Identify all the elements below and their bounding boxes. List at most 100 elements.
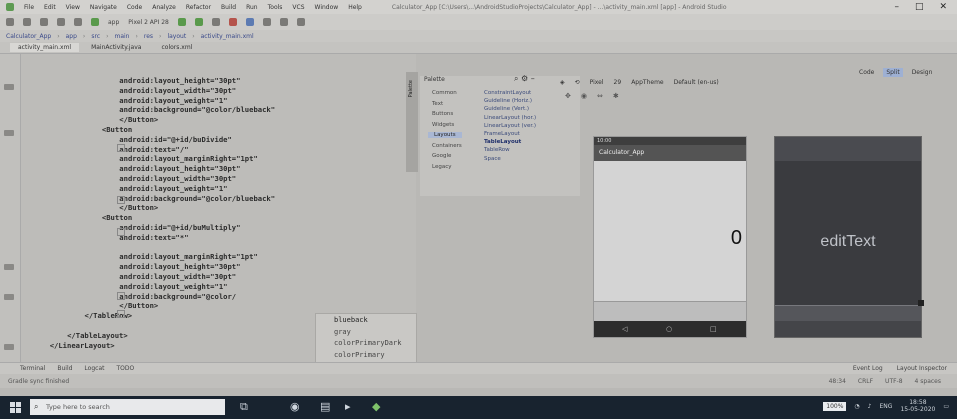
autocomplete-item[interactable]: colorPrimary <box>334 351 385 359</box>
menu-navigate[interactable]: Navigate <box>90 4 117 11</box>
menu-analyze[interactable]: Analyze <box>152 4 176 11</box>
code-line[interactable]: </TableLayout> <box>67 331 128 340</box>
autocomplete-item[interactable]: blueback <box>334 316 368 324</box>
palette-category[interactable]: Legacy <box>432 164 452 170</box>
autocomplete-item[interactable]: colorPrimaryDark <box>334 339 401 347</box>
line-separator[interactable]: CRLF <box>858 378 873 385</box>
build-tab[interactable]: Build <box>57 365 72 372</box>
build-variants-icon[interactable] <box>4 264 14 270</box>
locale-select[interactable]: Default (en-us) <box>674 79 719 86</box>
palette-category[interactable]: Text <box>432 101 443 107</box>
favorites-icon[interactable] <box>4 294 14 300</box>
wifi-icon[interactable]: ◔ <box>854 403 859 410</box>
build-hammer-icon[interactable] <box>91 18 99 26</box>
battery-indicator[interactable]: 100% <box>823 401 847 411</box>
design-preview[interactable]: 10:00 Calculator_App 0 ◁ ○ □ <box>593 136 747 338</box>
debug-icon[interactable] <box>194 18 203 26</box>
pan-icon[interactable]: ✥ <box>565 92 571 100</box>
blueprint-edittext[interactable]: editText <box>775 233 921 251</box>
palette-category[interactable]: Buttons <box>432 111 453 117</box>
palette-item[interactable]: LinearLayout (hor.) <box>484 115 536 121</box>
code-line[interactable]: android:layout_marginRight="1pt" <box>119 252 257 261</box>
code-line[interactable]: android:background="@color/blueback" <box>119 194 275 203</box>
code-line[interactable]: android:text="/" <box>119 145 188 154</box>
media-icon[interactable]: ▸ <box>345 400 351 413</box>
task-view-icon[interactable]: ⧉ <box>240 400 248 414</box>
profile-icon[interactable] <box>211 18 220 26</box>
palette-category[interactable]: Containers <box>432 143 462 149</box>
palette-category[interactable]: Layouts <box>428 132 462 138</box>
resource-manager-icon[interactable] <box>4 130 14 136</box>
tab-colors[interactable]: colors.xml <box>153 43 200 52</box>
palette-item[interactable]: ConstraintLayout <box>484 90 531 96</box>
menu-refactor[interactable]: Refactor <box>186 4 211 11</box>
design-surface-icon[interactable]: ◈ <box>560 79 565 86</box>
palette-item[interactable]: FrameLayout <box>484 131 520 137</box>
code-line[interactable]: android:layout_weight="1" <box>119 184 227 193</box>
gradle-sync-icon[interactable] <box>245 18 254 26</box>
result-text[interactable]: 0 <box>731 227 742 250</box>
palette-item[interactable]: Guideline (Horiz.) <box>484 98 532 104</box>
palette-item[interactable]: Guideline (Vert.) <box>484 106 529 112</box>
structure-icon[interactable] <box>4 344 14 350</box>
terminal-tab[interactable]: Terminal <box>20 365 45 372</box>
back-icon[interactable] <box>57 18 65 26</box>
palette-search-icon[interactable]: ⌕ ⚙ – <box>514 74 535 84</box>
blueprint-preview[interactable]: editText <box>774 136 922 338</box>
menu-tools[interactable]: Tools <box>268 4 283 11</box>
code-line[interactable]: android:text="*" <box>119 233 188 242</box>
windows-start-icon[interactable] <box>10 402 21 413</box>
palette-side-tab[interactable]: Palette <box>406 72 418 172</box>
menu-run[interactable]: Run <box>246 4 258 11</box>
palette-item[interactable]: TableRow <box>484 147 510 153</box>
sync-icon[interactable] <box>40 18 48 26</box>
save-icon[interactable] <box>23 18 31 26</box>
layout-inspector-tab[interactable]: Layout Inspector <box>897 365 947 372</box>
keypad-row[interactable] <box>594 301 746 322</box>
api-level-select[interactable]: 29 <box>614 79 622 86</box>
code-line[interactable]: android:layout_width="30pt" <box>119 86 236 95</box>
margin-icon[interactable]: ⇔ <box>597 92 603 100</box>
breadcrumb-item[interactable]: layout <box>167 33 186 40</box>
palette-category[interactable]: Widgets <box>432 122 454 128</box>
language-indicator[interactable]: ENG <box>880 403 893 410</box>
split-view-button[interactable]: Split <box>883 68 903 77</box>
chrome-icon[interactable]: ◉ <box>290 400 300 413</box>
menu-view[interactable]: View <box>66 4 80 11</box>
fold-marker-icon[interactable] <box>117 196 125 204</box>
palette-item[interactable]: Space <box>484 156 501 162</box>
breadcrumb-item[interactable]: activity_main.xml <box>201 33 254 40</box>
palette-item[interactable]: TableLayout <box>484 139 521 145</box>
code-line[interactable]: android:layout_height="30pt" <box>119 262 240 271</box>
code-line[interactable]: android:id="@+id/buDivide" <box>119 135 232 144</box>
clock[interactable]: 18:58 15-05-2020 <box>900 399 935 413</box>
code-line[interactable]: android:layout_weight="1" <box>119 96 227 105</box>
code-line[interactable]: android:layout_weight="1" <box>119 282 227 291</box>
menu-vcs[interactable]: VCS <box>292 4 304 11</box>
breadcrumb-item[interactable]: app <box>66 33 77 40</box>
fold-marker-icon[interactable] <box>117 292 125 300</box>
code-line[interactable]: android:layout_height="30pt" <box>119 76 240 85</box>
breadcrumb-item[interactable]: Calculator_App <box>6 33 51 40</box>
code-line[interactable]: android:background="@color/ <box>119 292 236 301</box>
menu-window[interactable]: Window <box>315 4 339 11</box>
device-select[interactable]: Pixel <box>590 79 604 86</box>
code-line[interactable]: android:layout_marginRight="1pt" <box>119 154 257 163</box>
tab-activity-main[interactable]: activity_main.xml <box>10 43 80 52</box>
infer-constraints-icon[interactable]: ✱ <box>613 92 619 100</box>
android-studio-icon[interactable]: ◆ <box>372 400 380 413</box>
search-everywhere-icon[interactable] <box>296 18 305 26</box>
code-line[interactable]: </Button> <box>119 301 158 310</box>
breadcrumb-item[interactable]: main <box>114 33 129 40</box>
maximize-button[interactable]: □ <box>915 2 924 12</box>
code-line[interactable]: </Button> <box>119 203 158 212</box>
open-folder-icon[interactable] <box>6 18 14 26</box>
run-icon[interactable] <box>177 18 186 26</box>
cursor-position[interactable]: 48:34 <box>829 378 846 385</box>
fold-marker-icon[interactable] <box>117 310 125 318</box>
palette-category[interactable]: Common <box>432 90 457 96</box>
code-line[interactable]: android:layout_width="30pt" <box>119 272 236 281</box>
fold-marker-icon[interactable] <box>117 228 125 236</box>
todo-tab[interactable]: TODO <box>116 365 134 372</box>
minimize-button[interactable]: – <box>894 2 899 12</box>
